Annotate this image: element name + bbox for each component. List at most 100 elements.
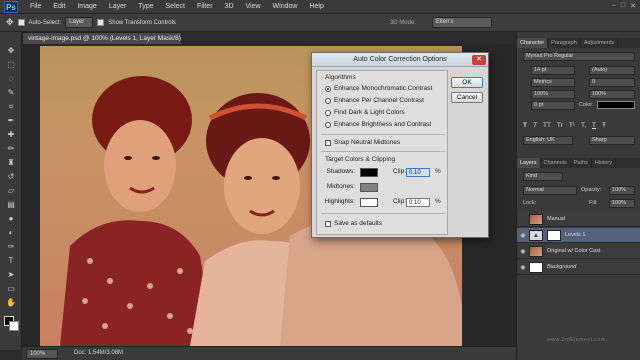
history-brush-icon[interactable]: ↺ <box>5 172 17 182</box>
blur-icon[interactable]: ● <box>5 214 17 224</box>
workspace-dropdown[interactable]: Ellen's <box>431 17 492 28</box>
menu-help[interactable]: Help <box>303 3 329 10</box>
snap-neutral-midtones-checkbox[interactable]: Snap Neutral Midtones <box>325 139 400 146</box>
leading-field[interactable]: (Auto) <box>589 66 635 75</box>
menu-file[interactable]: File <box>24 3 47 10</box>
lasso-icon[interactable]: ◌ <box>5 74 17 84</box>
menu-type[interactable]: Type <box>132 3 159 10</box>
menu-view[interactable]: View <box>240 3 267 10</box>
layer-row-manual[interactable]: Manual <box>517 212 640 227</box>
layer-row-background[interactable]: ◉ Background <box>517 260 640 275</box>
tab-history[interactable]: History <box>592 158 616 168</box>
close-icon[interactable]: ✕ <box>472 55 486 65</box>
cancel-button[interactable]: Cancel <box>451 92 483 103</box>
menu-edit[interactable]: Edit <box>47 3 71 10</box>
menu-image[interactable]: Image <box>71 3 102 10</box>
healing-icon[interactable]: ✚ <box>5 130 17 140</box>
shadows-color-swatch[interactable] <box>360 168 378 177</box>
type-icon[interactable]: T <box>5 256 17 266</box>
crop-icon[interactable]: ⌗ <box>5 102 17 112</box>
zoom-level-field[interactable]: 100% <box>26 349 58 359</box>
marquee-icon[interactable]: ⬚ <box>5 60 17 70</box>
all-caps-button[interactable]: TT <box>543 122 551 129</box>
faux-italic-button[interactable]: T <box>533 122 537 129</box>
eyedropper-icon[interactable]: ✒ <box>5 116 17 126</box>
show-transform-checkbox[interactable] <box>97 19 105 26</box>
eye-icon[interactable]: ◉ <box>517 264 529 271</box>
tab-layers[interactable]: Layers <box>517 158 541 168</box>
superscript-button[interactable]: T¹ <box>569 122 575 129</box>
highlights-label: Highlights: <box>324 198 355 205</box>
menu-select[interactable]: Select <box>160 3 191 10</box>
auto-select-dropdown[interactable]: Layer <box>65 17 94 28</box>
hand-icon[interactable]: ✋ <box>5 298 17 308</box>
brush-icon[interactable]: ✏ <box>5 144 17 154</box>
tab-adjustments[interactable]: Adjustments <box>581 38 619 48</box>
shape-icon[interactable]: ▭ <box>5 284 17 294</box>
dodge-icon[interactable]: ◐ <box>5 228 17 238</box>
checkbox-icon <box>325 139 331 146</box>
tab-channels[interactable]: Channels <box>541 158 571 168</box>
lock-label: Lock: <box>523 200 537 206</box>
menu-layer[interactable]: Layer <box>103 3 133 10</box>
strikethrough-button[interactable]: Ŧ <box>602 122 606 129</box>
quick-select-icon[interactable]: ✎ <box>5 88 17 98</box>
menu-window[interactable]: Window <box>267 3 304 10</box>
highlights-clip-input[interactable]: 0.10 <box>406 198 430 207</box>
tab-character[interactable]: Character <box>517 38 549 48</box>
eye-icon[interactable]: ◉ <box>517 248 529 255</box>
eraser-icon[interactable]: ▱ <box>5 186 17 196</box>
radio-enhance-per-channel[interactable]: Enhance Per Channel Contrast <box>325 97 424 104</box>
shadows-clip-input[interactable]: 0.10 <box>406 168 430 177</box>
radio-enhance-monochromatic[interactable]: Enhance Monochromatic Contrast <box>325 85 432 92</box>
layer-name: Original w/ Color Cast <box>547 248 601 254</box>
layer-mask-thumbnail[interactable] <box>547 229 561 241</box>
blend-mode-dropdown[interactable]: Normal <box>523 186 577 195</box>
tab-paths[interactable]: Paths <box>571 158 592 168</box>
gradient-icon[interactable]: ▤ <box>5 200 17 210</box>
text-color-swatch[interactable] <box>597 101 635 109</box>
maximize-button[interactable]: □ <box>621 2 625 10</box>
layer-thumbnail <box>529 261 543 273</box>
language-dropdown[interactable]: English: UK <box>523 136 573 145</box>
fill-field[interactable]: 100% <box>609 199 635 208</box>
move-tool-icon[interactable]: ✥ <box>6 17 14 28</box>
shadows-clip-label: Clip: <box>393 168 407 175</box>
font-size-field[interactable]: 14 pt <box>531 66 575 75</box>
tracking-field[interactable]: 0 <box>589 78 635 87</box>
menu-3d[interactable]: 3D <box>219 3 240 10</box>
layer-row-original[interactable]: ◉ Original w/ Color Cast <box>517 244 640 259</box>
document-tab[interactable]: vintage-image.psd @ 100% (Levels 1, Laye… <box>22 32 182 53</box>
tab-paragraph[interactable]: Paragraph <box>548 38 581 48</box>
midtones-color-swatch[interactable] <box>360 183 378 192</box>
faux-bold-button[interactable]: T <box>523 122 527 129</box>
background-color-swatch[interactable] <box>9 321 19 331</box>
menu-filter[interactable]: Filter <box>191 3 219 10</box>
layer-row-levels[interactable]: ◉ ▲ Levels 1 <box>517 228 640 243</box>
save-as-defaults-checkbox[interactable]: Save as defaults <box>325 220 382 227</box>
move-icon[interactable]: ✥ <box>5 46 17 56</box>
anti-alias-dropdown[interactable]: Sharp <box>589 136 635 145</box>
highlights-color-swatch[interactable] <box>360 198 378 207</box>
kerning-field[interactable]: Metrics <box>531 78 575 87</box>
minimize-button[interactable]: – <box>612 2 616 10</box>
auto-select-checkbox[interactable] <box>17 19 25 26</box>
subscript-button[interactable]: T, <box>581 122 586 129</box>
vertical-scale-field[interactable]: 100% <box>531 90 575 99</box>
horizontal-scale-field[interactable]: 100% <box>589 90 635 99</box>
close-window-button[interactable]: ✕ <box>630 2 636 10</box>
baseline-shift-field[interactable]: 0 pt <box>531 101 575 110</box>
radio-find-dark-light[interactable]: Find Dark & Light Colors <box>325 109 405 116</box>
stamp-icon[interactable]: ♜ <box>5 158 17 168</box>
layer-filter-kind[interactable]: Kind <box>523 172 563 181</box>
dialog-titlebar[interactable]: Auto Color Correction Options ✕ <box>312 53 488 67</box>
eye-icon[interactable]: ◉ <box>517 232 529 239</box>
pen-icon[interactable]: ✑ <box>5 242 17 252</box>
small-caps-button[interactable]: Tr <box>557 122 563 129</box>
path-select-icon[interactable]: ➤ <box>5 270 17 280</box>
underline-button[interactable]: T <box>592 122 596 129</box>
radio-enhance-brightness[interactable]: Enhance Brightness and Contrast <box>325 121 431 128</box>
font-family-dropdown[interactable]: Myriad Pro Regular <box>523 52 635 61</box>
opacity-field[interactable]: 100% <box>609 186 635 195</box>
ok-button[interactable]: OK <box>451 77 483 88</box>
